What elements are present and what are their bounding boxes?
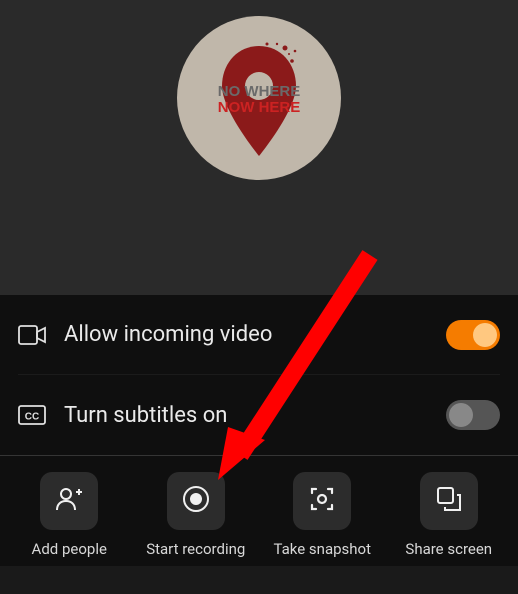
setting-label: Allow incoming video [64, 322, 428, 347]
cc-icon: CC [18, 401, 46, 429]
start-recording-button[interactable] [167, 472, 225, 530]
svg-text:NOW HERE: NOW HERE [218, 99, 301, 116]
action-label: Add people [32, 540, 107, 558]
start-recording-action[interactable]: Start recording [133, 472, 260, 558]
setting-row-incoming-video[interactable]: Allow incoming video [18, 295, 500, 375]
avatar: NO WHERE NOW HERE [177, 16, 341, 180]
action-label: Take snapshot [274, 540, 372, 558]
take-snapshot-action[interactable]: Take snapshot [259, 472, 386, 558]
take-snapshot-button[interactable] [293, 472, 351, 530]
video-icon [18, 321, 46, 349]
action-label: Start recording [146, 540, 245, 558]
add-person-icon [54, 484, 84, 518]
svg-text:CC: CC [25, 412, 39, 423]
setting-label: Turn subtitles on [64, 403, 428, 428]
add-people-button[interactable] [40, 472, 98, 530]
avatar-area: NO WHERE NOW HERE [0, 0, 518, 295]
subtitles-toggle[interactable] [446, 400, 500, 430]
record-icon [181, 484, 211, 518]
share-screen-action[interactable]: Share screen [386, 472, 513, 558]
svg-text:NO WHERE: NO WHERE [218, 83, 301, 100]
action-bar: Add people Start recording [0, 456, 518, 566]
share-screen-icon [434, 484, 464, 518]
share-screen-button[interactable] [420, 472, 478, 530]
setting-row-subtitles[interactable]: CC Turn subtitles on [18, 375, 500, 455]
incoming-video-toggle[interactable] [446, 320, 500, 350]
action-label: Share screen [405, 540, 492, 558]
settings-panel: Allow incoming video CC Turn subtitles o… [0, 295, 518, 455]
snapshot-icon [307, 484, 337, 518]
add-people-action[interactable]: Add people [6, 472, 133, 558]
